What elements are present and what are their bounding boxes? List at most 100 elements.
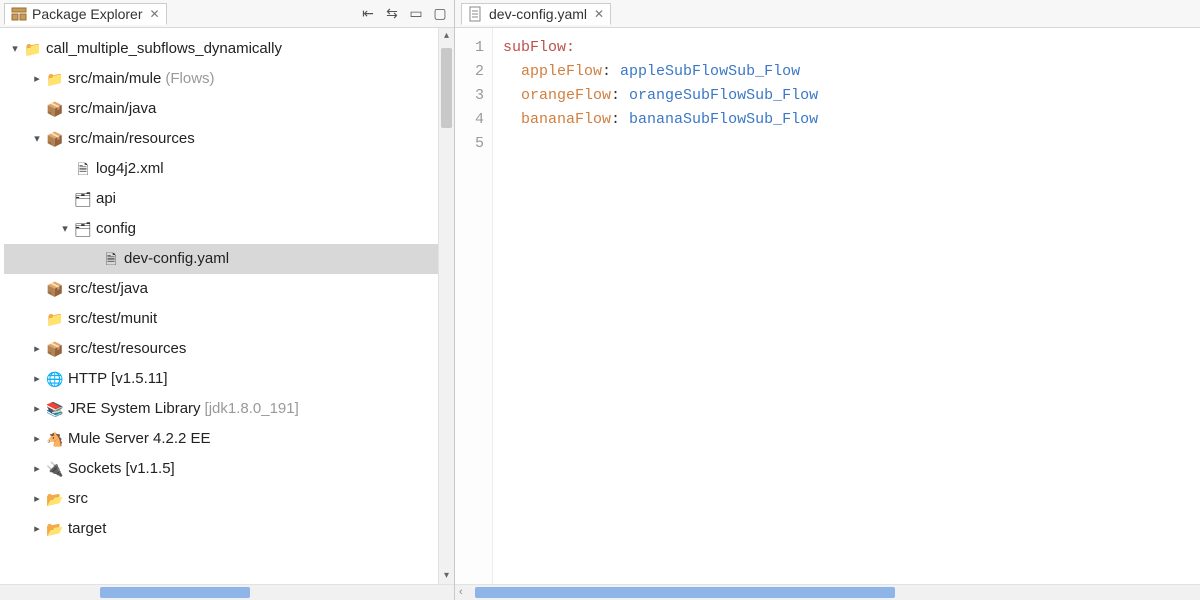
tree-node-label: src/main/resources xyxy=(68,125,195,153)
chevron-right-icon[interactable]: ▸ xyxy=(30,65,44,93)
explorer-vertical-scrollbar[interactable]: ▴ ▾ xyxy=(438,28,454,584)
tree-node[interactable]: ·🗎log4j2.xml xyxy=(4,154,438,184)
line-number-gutter: 12345 xyxy=(455,28,493,584)
chevron-right-icon[interactable]: ▸ xyxy=(30,485,44,513)
code-content[interactable]: subFlow: appleFlow: appleSubFlowSub_Flow… xyxy=(493,28,1200,584)
explorer-tab[interactable]: Package Explorer ✕ xyxy=(4,3,167,25)
tree-node-label: target xyxy=(68,515,106,543)
mule-icon: 🐴 xyxy=(46,430,64,448)
tree-node-decorator: [jdk1.8.0_191] xyxy=(205,395,299,423)
folder-p-icon: 🗂 xyxy=(74,190,92,208)
editor-panel: dev-config.yaml ✕ 12345 subFlow: appleFl… xyxy=(455,0,1200,600)
folder-icon: 📂 xyxy=(46,520,64,538)
link-with-editor-button[interactable]: ⇆ xyxy=(382,4,402,24)
tree-node-decorator: (Flows) xyxy=(165,65,214,93)
tree-node[interactable]: ▸🔌Sockets [v1.1.5] xyxy=(4,454,438,484)
chevron-right-icon[interactable]: ▸ xyxy=(30,455,44,483)
editor-horizontal-scrollbar[interactable]: ‹ xyxy=(455,584,1200,600)
scroll-left-icon[interactable]: ‹ xyxy=(459,586,463,598)
package-explorer-panel: Package Explorer ✕ ⇤ ⇆ ▭ ▢ ▾📁call_multip… xyxy=(0,0,455,600)
tree-node-label: api xyxy=(96,185,116,213)
line-number: 5 xyxy=(455,132,484,156)
tree-node[interactable]: ▾📁call_multiple_subflows_dynamically xyxy=(4,34,438,64)
code-line[interactable]: orangeFlow: orangeSubFlowSub_Flow xyxy=(503,84,1200,108)
explorer-header: Package Explorer ✕ ⇤ ⇆ ▭ ▢ xyxy=(0,0,454,28)
xml-icon: 🗎 xyxy=(74,160,92,178)
chevron-down-icon[interactable]: ▾ xyxy=(58,215,72,243)
package-explorer-icon xyxy=(11,6,27,22)
tree-node[interactable]: ▸📂src xyxy=(4,484,438,514)
tree-node[interactable]: ▸🌐HTTP [v1.5.11] xyxy=(4,364,438,394)
project-icon: 📁 xyxy=(24,40,42,58)
code-line[interactable]: subFlow: xyxy=(503,36,1200,60)
chevron-down-icon[interactable]: ▾ xyxy=(8,35,22,63)
tree-node-label: dev-config.yaml xyxy=(124,245,229,273)
tree-node[interactable]: ·📦src/test/java xyxy=(4,274,438,304)
code-line[interactable]: appleFlow: appleSubFlowSub_Flow xyxy=(503,60,1200,84)
scroll-up-icon[interactable]: ▴ xyxy=(439,28,454,44)
tree-node[interactable]: ▸📚JRE System Library[jdk1.8.0_191] xyxy=(4,394,438,424)
tree-node-label: HTTP [v1.5.11] xyxy=(68,365,168,393)
tree-node-label: src/main/mule xyxy=(68,65,161,93)
line-number: 2 xyxy=(455,60,484,84)
code-line[interactable] xyxy=(503,132,1200,156)
tree-node[interactable]: ▾📦src/main/resources xyxy=(4,124,438,154)
line-number: 4 xyxy=(455,108,484,132)
jre-icon: 📚 xyxy=(46,400,64,418)
close-icon[interactable]: ✕ xyxy=(150,7,160,21)
editor-tab-label: dev-config.yaml xyxy=(489,6,587,22)
package-icon: 📦 xyxy=(46,340,64,358)
chevron-right-icon[interactable]: ▸ xyxy=(30,515,44,543)
maximize-button[interactable]: ▢ xyxy=(430,4,450,24)
chevron-right-icon[interactable]: ▸ xyxy=(30,335,44,363)
tree-node-label: JRE System Library xyxy=(68,395,201,423)
tree-node-label: call_multiple_subflows_dynamically xyxy=(46,35,282,63)
editor-area[interactable]: 12345 subFlow: appleFlow: appleSubFlowSu… xyxy=(455,28,1200,584)
line-number: 1 xyxy=(455,36,484,60)
yaml-file-icon xyxy=(468,6,484,22)
tree-node-label: Mule Server 4.2.2 EE xyxy=(68,425,211,453)
folder-m-icon: 📁 xyxy=(46,310,64,328)
chevron-right-icon[interactable]: ▸ xyxy=(30,425,44,453)
chevron-right-icon[interactable]: ▸ xyxy=(30,395,44,423)
folder-p-icon: 🗂 xyxy=(74,220,92,238)
socket-icon: 🔌 xyxy=(46,460,64,478)
tree-node-label: src/test/munit xyxy=(68,305,157,333)
tree-node[interactable]: ·🗂api xyxy=(4,184,438,214)
package-icon: 📦 xyxy=(46,280,64,298)
scroll-down-icon[interactable]: ▾ xyxy=(439,568,454,584)
tree-node-label: src xyxy=(68,485,88,513)
yaml-icon: 🗎 xyxy=(102,250,120,268)
tree-node[interactable]: ·🗎dev-config.yaml xyxy=(4,244,438,274)
collapse-all-button[interactable]: ⇤ xyxy=(358,4,378,24)
editor-tabbar: dev-config.yaml ✕ xyxy=(455,0,1200,28)
package-icon: 📦 xyxy=(46,100,64,118)
explorer-horizontal-scrollbar[interactable] xyxy=(0,584,454,600)
explorer-tab-label: Package Explorer xyxy=(32,6,143,22)
tree-node-label: config xyxy=(96,215,136,243)
chevron-down-icon[interactable]: ▾ xyxy=(30,125,44,153)
tree-node-label: Sockets [v1.1.5] xyxy=(68,455,175,483)
folder-icon: 📂 xyxy=(46,490,64,508)
line-number: 3 xyxy=(455,84,484,108)
editor-tab[interactable]: dev-config.yaml ✕ xyxy=(461,3,611,25)
tree-node[interactable]: ▸📂target xyxy=(4,514,438,544)
tree-node[interactable]: ▾🗂config xyxy=(4,214,438,244)
tree-node-label: log4j2.xml xyxy=(96,155,164,183)
tree-node[interactable]: ▸🐴Mule Server 4.2.2 EE xyxy=(4,424,438,454)
tree-node-label: src/test/resources xyxy=(68,335,186,363)
close-icon[interactable]: ✕ xyxy=(594,7,604,21)
tree-node[interactable]: ▸📦src/test/resources xyxy=(4,334,438,364)
tree-node-label: src/main/java xyxy=(68,95,156,123)
folder-m-icon: 📁 xyxy=(46,70,64,88)
chevron-right-icon[interactable]: ▸ xyxy=(30,365,44,393)
tree-node[interactable]: ·📦src/main/java xyxy=(4,94,438,124)
minimize-button[interactable]: ▭ xyxy=(406,4,426,24)
http-icon: 🌐 xyxy=(46,370,64,388)
project-tree[interactable]: ▾📁call_multiple_subflows_dynamically▸📁sr… xyxy=(0,28,438,584)
tree-node[interactable]: ·📁src/test/munit xyxy=(4,304,438,334)
package-icon: 📦 xyxy=(46,130,64,148)
code-line[interactable]: bananaFlow: bananaSubFlowSub_Flow xyxy=(503,108,1200,132)
tree-node-label: src/test/java xyxy=(68,275,148,303)
tree-node[interactable]: ▸📁src/main/mule(Flows) xyxy=(4,64,438,94)
